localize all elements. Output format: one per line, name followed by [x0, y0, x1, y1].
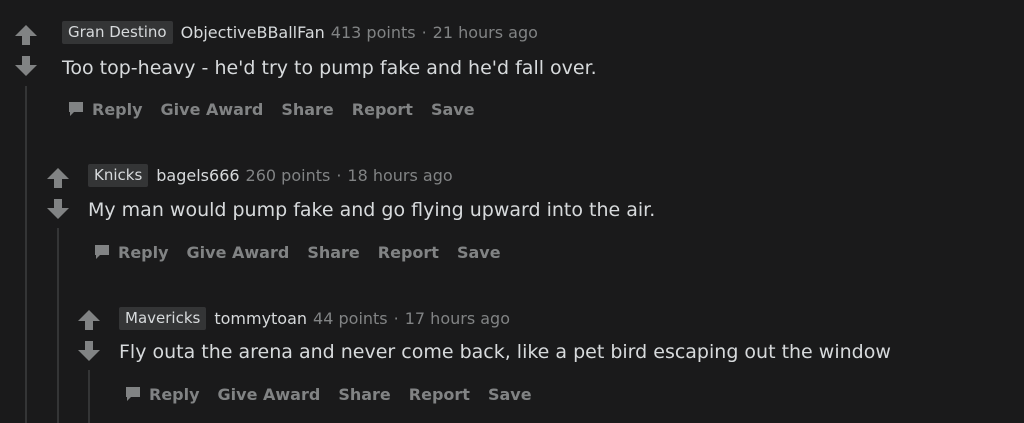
- comment-points: 413 points: [330, 22, 416, 42]
- share-button[interactable]: Share: [281, 100, 333, 119]
- comment-bubble-icon: [126, 387, 140, 401]
- thread-line[interactable]: [57, 228, 59, 423]
- reply-label: Reply: [92, 99, 143, 119]
- comment-points: 260 points: [245, 165, 331, 185]
- comment-points: 44 points: [313, 308, 388, 328]
- save-button[interactable]: Save: [431, 100, 475, 119]
- comment-body: Too top-heavy - he'd try to pump fake an…: [62, 57, 597, 79]
- report-button[interactable]: Report: [378, 243, 439, 262]
- share-button[interactable]: Share: [307, 243, 359, 262]
- meta-separator: ·: [336, 165, 342, 185]
- reply-button[interactable]: Reply: [93, 243, 169, 262]
- comment-author[interactable]: bagels666: [156, 166, 239, 185]
- comment-meta: Knicks bagels666 260 points · 18 hours a…: [88, 163, 453, 187]
- give-award-button[interactable]: Give Award: [161, 100, 264, 119]
- downvote-arrow-icon[interactable]: [77, 340, 101, 362]
- comment-timestamp[interactable]: 21 hours ago: [433, 23, 538, 42]
- user-flair: Gran Destino: [62, 20, 173, 44]
- upvote-arrow-icon[interactable]: [46, 167, 70, 189]
- thread-line[interactable]: [25, 86, 27, 423]
- save-button[interactable]: Save: [488, 385, 532, 404]
- reply-button[interactable]: Reply: [124, 385, 200, 404]
- reply-button[interactable]: Reply: [67, 100, 143, 119]
- thread-line[interactable]: [88, 370, 90, 423]
- report-button[interactable]: Report: [409, 385, 470, 404]
- downvote-arrow-icon[interactable]: [46, 198, 70, 220]
- comment-timestamp[interactable]: 17 hours ago: [405, 309, 510, 328]
- user-flair: Knicks: [88, 163, 149, 187]
- comment-meta: Mavericks tommytoan 44 points · 17 hours…: [119, 306, 510, 330]
- comment-actions: Reply Give Award Share Report Save: [67, 97, 493, 121]
- user-flair: Mavericks: [119, 306, 207, 330]
- comment-timestamp[interactable]: 18 hours ago: [347, 166, 452, 185]
- comment-actions: Reply Give Award Share Report Save: [93, 240, 519, 264]
- meta-separator: ·: [421, 22, 427, 42]
- give-award-button[interactable]: Give Award: [218, 385, 321, 404]
- comment-bubble-icon: [95, 245, 109, 259]
- comment-author[interactable]: ObjectiveBBallFan: [181, 23, 325, 42]
- reply-label: Reply: [149, 384, 200, 404]
- comment-author[interactable]: tommytoan: [214, 309, 307, 328]
- reply-label: Reply: [118, 242, 169, 262]
- comment-actions: Reply Give Award Share Report Save: [124, 382, 550, 406]
- comment-meta: Gran Destino ObjectiveBBallFan 413 point…: [62, 20, 538, 44]
- share-button[interactable]: Share: [338, 385, 390, 404]
- downvote-arrow-icon[interactable]: [14, 55, 38, 77]
- meta-separator: ·: [393, 308, 399, 328]
- comment-body: My man would pump fake and go flying upw…: [88, 199, 656, 221]
- upvote-arrow-icon[interactable]: [14, 24, 38, 46]
- comment-body: Fly outa the arena and never come back, …: [119, 341, 891, 363]
- save-button[interactable]: Save: [457, 243, 501, 262]
- upvote-arrow-icon[interactable]: [77, 309, 101, 331]
- comment-bubble-icon: [69, 102, 83, 116]
- give-award-button[interactable]: Give Award: [187, 243, 290, 262]
- report-button[interactable]: Report: [352, 100, 413, 119]
